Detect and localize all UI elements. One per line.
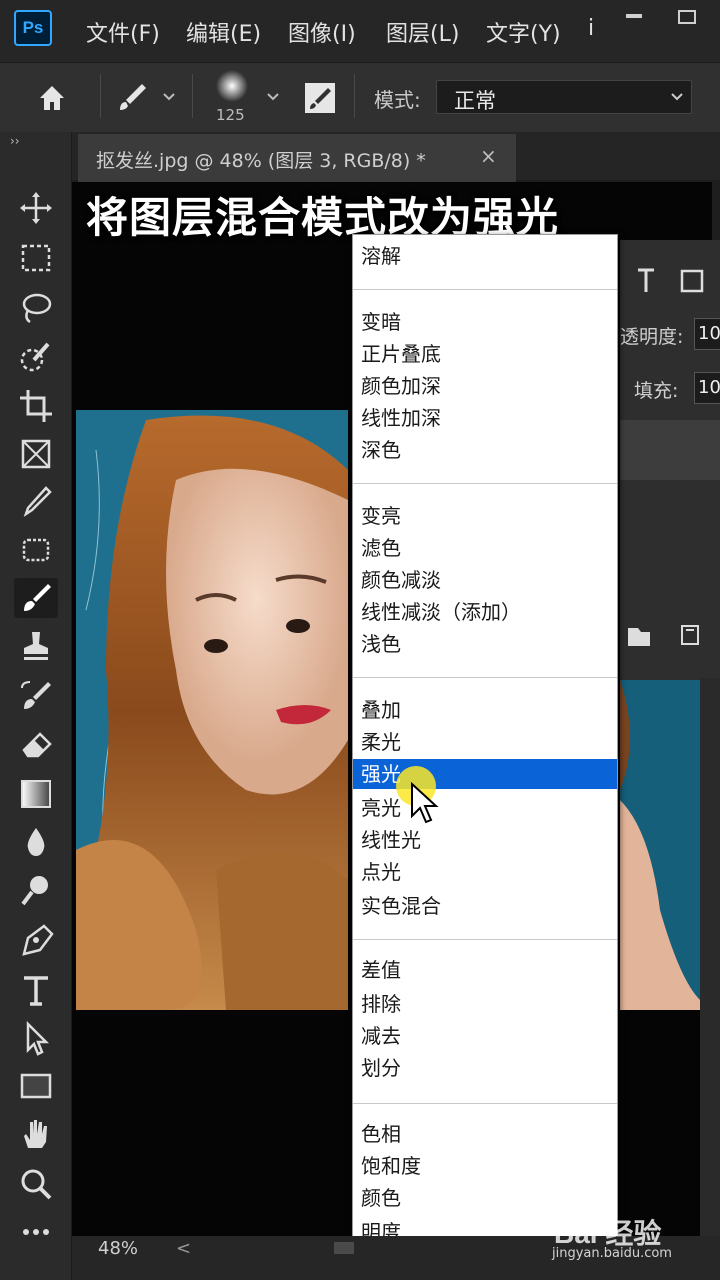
gradient-tool-icon[interactable] [14, 774, 58, 814]
home-icon[interactable] [32, 78, 72, 118]
crop-tool-icon[interactable] [14, 386, 58, 426]
eraser-tool-icon[interactable] [14, 724, 58, 764]
eyedropper-tool-icon[interactable] [14, 482, 58, 522]
blend-option[interactable]: 线性减淡（添加） [353, 597, 617, 627]
panel-tool-icons [634, 266, 714, 296]
blend-option[interactable]: 色相 [353, 1119, 617, 1149]
watermark-url: jingyan.baidu.com [552, 1246, 672, 1261]
blend-option[interactable]: 变暗 [353, 307, 617, 337]
menu-type[interactable]: 文字(Y) [486, 16, 561, 48]
cursor-arrow-icon [410, 781, 440, 826]
clone-stamp-tool-icon[interactable] [14, 626, 58, 666]
brush-preview-icon[interactable] [214, 68, 250, 104]
blend-option[interactable]: 线性光 [353, 825, 617, 855]
menu-separator [353, 939, 617, 940]
blend-option[interactable]: 实色混合 [353, 891, 617, 921]
lasso-tool-icon[interactable] [14, 288, 58, 328]
portrait-photo-edge [620, 680, 700, 1010]
chevron-down-icon [668, 88, 686, 106]
menu-separator [353, 483, 617, 484]
menu-layer[interactable]: 图层(L) [386, 16, 459, 48]
menu-more[interactable]: i [588, 16, 594, 41]
folder-icon[interactable] [626, 620, 716, 650]
blend-option[interactable]: 划分 [353, 1053, 617, 1083]
menu-image[interactable]: 图像(I) [288, 16, 356, 48]
opacity-label: 透明度: [620, 326, 684, 348]
blend-option[interactable]: 亮光 [353, 793, 617, 823]
zoom-tool-icon[interactable] [14, 1164, 58, 1204]
panel-scrollbar[interactable] [700, 678, 720, 1238]
history-brush-tool-icon[interactable] [14, 676, 58, 716]
blend-option[interactable]: 深色 [353, 435, 617, 465]
menu-separator [353, 289, 617, 290]
menu-file[interactable]: 文件(F) [86, 16, 160, 48]
blend-option[interactable]: 颜色减淡 [353, 565, 617, 595]
marquee-tool-icon[interactable] [14, 238, 58, 278]
blend-option[interactable]: 溶解 [353, 241, 617, 271]
blend-option[interactable]: 排除 [353, 989, 617, 1019]
blend-option[interactable]: 差值 [353, 955, 617, 985]
mode-label: 模式: [374, 88, 421, 112]
more-tools-icon[interactable] [14, 1212, 58, 1252]
photoshop-logo: Ps [14, 10, 52, 46]
menu-separator [353, 677, 617, 678]
brush-tool-preset-icon[interactable] [112, 80, 152, 116]
hand-tool-icon[interactable] [14, 1114, 58, 1154]
dodge-tool-icon[interactable] [14, 870, 58, 910]
maximize-button[interactable] [678, 10, 696, 24]
blend-option[interactable]: 叠加 [353, 695, 617, 725]
menu-edit[interactable]: 编辑(E) [186, 16, 261, 48]
path-selection-tool-icon[interactable] [14, 1018, 58, 1058]
zoom-level[interactable]: 48% [98, 1238, 138, 1259]
close-tab-icon[interactable]: × [480, 144, 497, 168]
opacity-value: 10 [698, 323, 720, 344]
move-tool-icon[interactable] [14, 188, 58, 228]
blend-option[interactable]: 滤色 [353, 533, 617, 563]
fill-value: 10 [698, 377, 720, 398]
blend-option[interactable]: 颜色加深 [353, 371, 617, 401]
blend-option[interactable]: 浅色 [353, 629, 617, 659]
minimize-button[interactable] [626, 14, 642, 18]
divider [192, 74, 193, 118]
brush-settings-icon[interactable] [302, 80, 338, 116]
menu-separator [353, 1103, 617, 1104]
blend-option[interactable]: 减去 [353, 1021, 617, 1051]
horizontal-scrollbar[interactable] [334, 1242, 354, 1254]
scroll-left-icon[interactable]: < [176, 1238, 191, 1259]
fill-label: 填充: [634, 380, 679, 402]
brush-size-value: 125 [216, 106, 245, 124]
frame-tool-icon[interactable] [14, 434, 58, 474]
blend-option[interactable]: 柔光 [353, 727, 617, 757]
healing-brush-tool-icon[interactable] [14, 530, 58, 570]
collapse-panel-icon[interactable]: ›› [10, 134, 20, 148]
pen-tool-icon[interactable] [14, 920, 58, 960]
chevron-down-icon[interactable] [264, 88, 282, 106]
blend-option[interactable]: 变亮 [353, 501, 617, 531]
document-tab-title: 抠发丝.jpg @ 48% (图层 3, RGB/8) * [96, 150, 426, 172]
layer-row[interactable] [620, 420, 720, 480]
brush-tool-icon[interactable] [14, 578, 58, 618]
quick-selection-tool-icon[interactable] [14, 338, 58, 378]
blend-option[interactable]: 点光 [353, 857, 617, 887]
mode-value: 正常 [454, 89, 496, 113]
chevron-down-icon[interactable] [160, 88, 178, 106]
portrait-photo [76, 410, 348, 1010]
divider [100, 74, 101, 118]
divider [354, 74, 355, 118]
type-tool-icon[interactable] [14, 970, 58, 1010]
blend-option[interactable]: 颜色 [353, 1183, 617, 1213]
blur-tool-icon[interactable] [14, 822, 58, 862]
menu-bar: Ps 文件(F) 编辑(E) 图像(I) 图层(L) 文字(Y) i [0, 0, 720, 62]
blend-option[interactable]: 正片叠底 [353, 339, 617, 369]
blend-option[interactable]: 线性加深 [353, 403, 617, 433]
blend-mode-menu: 溶解 变暗 正片叠底 颜色加深 线性加深 深色 变亮 滤色 颜色减淡 线性减淡（… [352, 234, 618, 1248]
blend-option[interactable]: 饱和度 [353, 1151, 617, 1181]
rectangle-tool-icon[interactable] [14, 1066, 58, 1106]
blend-option-selected[interactable]: 强光 [353, 759, 617, 789]
